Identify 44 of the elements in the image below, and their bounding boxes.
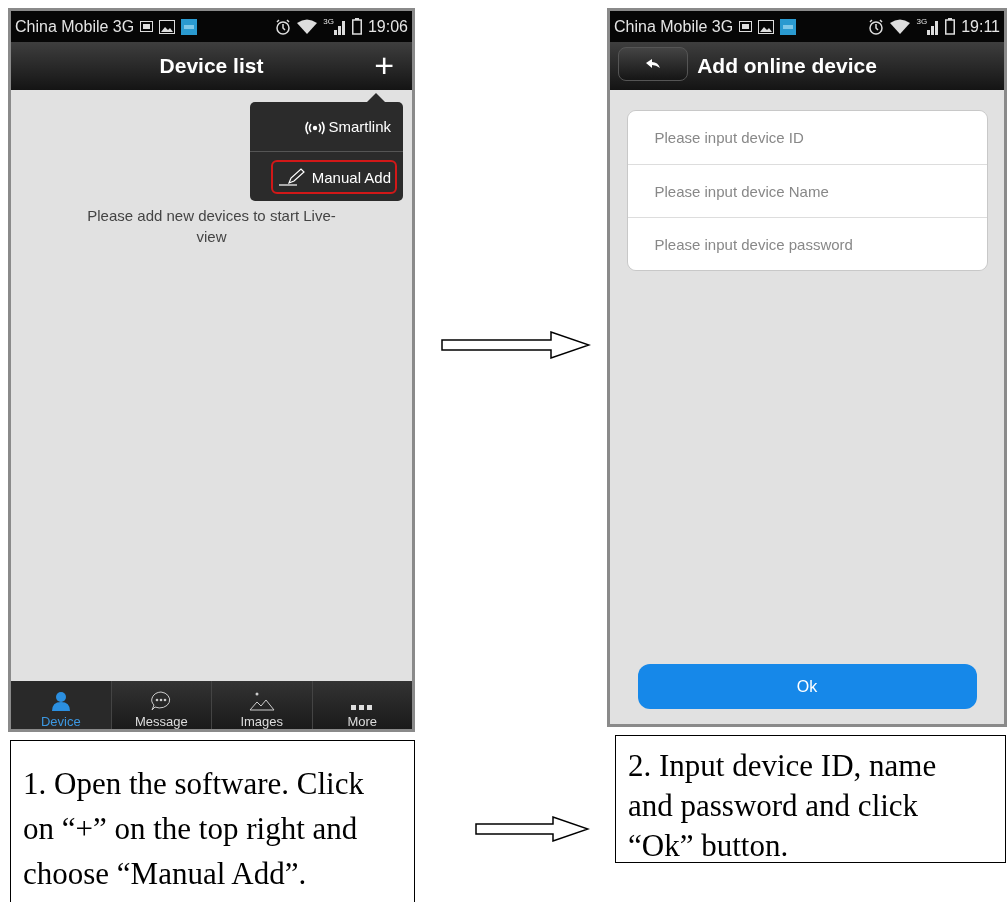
clock-time: 19:06 [367,17,408,36]
screen-title: Device list [159,54,264,78]
network-type: 3G [323,17,334,26]
add-button[interactable]: + [370,46,398,84]
image-icon [159,19,176,34]
signal-icon [927,18,940,35]
menu-item[interactable]: Manual Add [270,159,397,194]
mail-icon [739,21,753,32]
instruction-text: 1. Open the software. Click on “+” on the top right and choose “Manual Add”. [23,765,365,893]
right-arrow-icon [441,331,591,359]
broadcast-icon [305,121,326,135]
input-field[interactable]: Please input device Name [627,164,987,217]
tab[interactable]: More [311,681,412,729]
network-type: 3G [916,17,928,26]
empty-message: Please add new devices to start Live-view [86,206,337,247]
back-arrow-icon [646,59,660,69]
app-icon [780,18,797,35]
person-icon [50,691,71,711]
back-button[interactable] [618,47,688,81]
input-field[interactable]: Please input device ID [627,111,987,164]
alarm-icon [275,18,292,35]
battery-icon [945,18,956,35]
wifi-icon [297,18,318,35]
wifi-icon [890,18,911,35]
mountain-icon [248,691,275,711]
signal-icon [333,18,346,35]
alarm-icon [868,18,885,35]
input-field[interactable]: Please input device password [627,217,987,270]
ok-button[interactable]: Ok [637,664,977,709]
clock-time: 19:11 [961,17,1000,36]
mail-icon [140,21,154,32]
right-arrow-icon [475,816,590,842]
carrier-name: China Mobile 3G [15,17,135,36]
screen-title: Add online device [697,54,877,78]
menu-item[interactable]: Smartlink [297,110,397,143]
more-icon [351,705,374,711]
app-icon [181,18,198,35]
battery-icon [351,18,362,35]
image-icon [758,19,775,34]
instruction-text: 2. Input device ID, name and password and click “Ok” button. [628,747,938,865]
carrier-name: China Mobile 3G [614,17,734,36]
tab[interactable]: Message [110,681,211,729]
tab[interactable]: Device [11,681,111,729]
tab[interactable]: Images [211,681,312,729]
